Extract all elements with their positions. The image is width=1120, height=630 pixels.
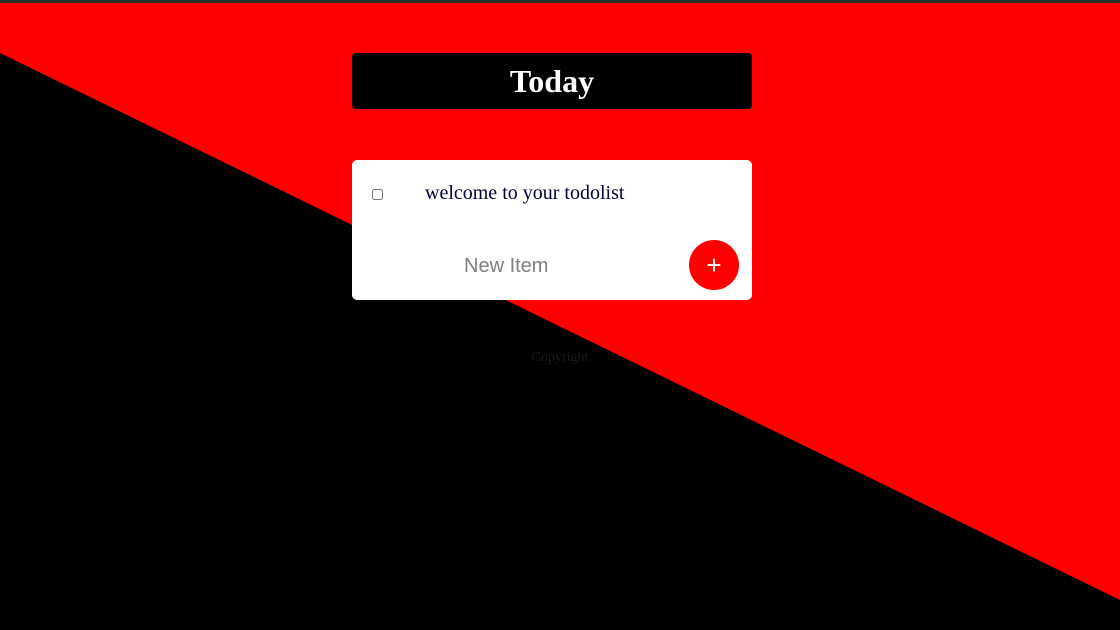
plus-icon: + [706,250,722,280]
footer-text: Copyright [531,350,589,365]
add-item-button[interactable]: + [689,240,739,290]
item-checkbox[interactable] [372,189,383,200]
todo-card: welcome to your todolist + [352,160,752,300]
new-item-input[interactable] [462,250,646,282]
list-item: welcome to your todolist [352,160,752,230]
page-title: Today [509,62,595,99]
item-label: welcome to your todolist [425,182,625,204]
heading-box: Today [352,53,752,109]
window-top-border [0,0,1120,3]
